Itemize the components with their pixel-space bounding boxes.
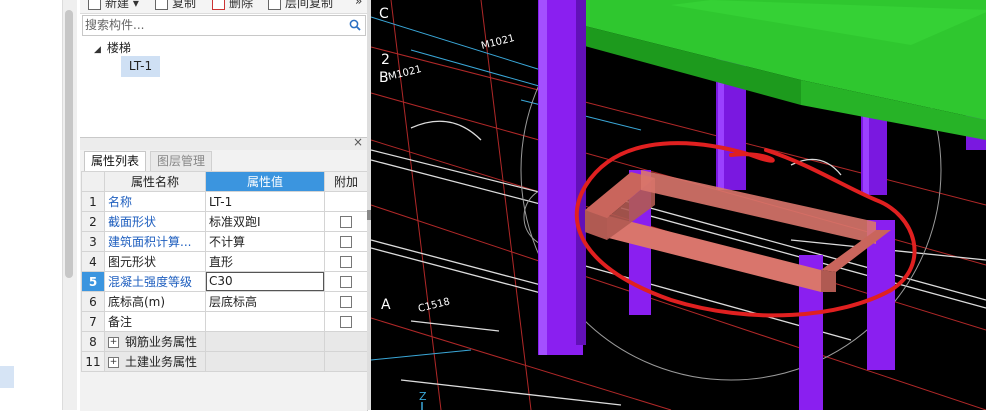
tab-layer-management[interactable]: 图层管理 [150,151,213,172]
left-panel-strip [0,0,62,410]
table-row[interactable]: 2 截面形状 标准双跑I [81,211,368,232]
extra-cell [324,251,368,272]
extra-checkbox[interactable] [340,216,352,228]
delete-icon [212,0,225,10]
tree-node-lt1[interactable]: LT-1 [121,56,160,77]
property-name: 混凝土强度等级 [104,271,206,292]
row-number: 8 [81,331,105,352]
row-number: 5 [81,271,105,292]
front-column-left [538,0,586,355]
extra-cell [324,271,368,292]
row-number-header [81,171,105,192]
column-header-value[interactable]: 属性值 [205,171,325,192]
green-beam [581,0,986,140]
extra-checkbox[interactable] [340,296,352,308]
double-chevron-right-icon[interactable]: » [355,0,362,8]
row-number: 11 [81,351,105,372]
property-value[interactable]: 标准双跑I [205,211,325,232]
group-name: + 钢筋业务属性 [104,331,206,352]
group-name: + 土建业务属性 [104,351,206,372]
search-icon[interactable] [349,19,361,31]
table-row[interactable]: 6 底标高(m) 层底标高 [81,291,368,312]
property-name: 名称 [104,191,206,212]
axis-label-a: A [381,297,391,313]
row-number: 1 [81,191,105,212]
new-button[interactable]: 新建 ▾ [88,0,139,11]
table-row[interactable]: 1 名称 LT-1 [81,191,368,212]
extra-cell [324,231,368,252]
group-value [205,351,325,372]
column-header-extra[interactable]: 附加 [324,171,368,192]
close-icon[interactable]: × [353,135,363,149]
axis-label-2: 2 [381,52,390,68]
extra-checkbox[interactable] [340,316,352,328]
copy-icon [155,0,168,10]
door-label: M1021 [387,64,423,83]
extra-cell [324,191,368,212]
property-name: 底标高(m) [104,291,206,312]
copy-button[interactable]: 复制 [155,0,196,11]
table-row[interactable]: 7 备注 [81,311,368,332]
property-value-editing[interactable]: C30 [205,271,325,292]
expand-plus-icon[interactable]: + [108,357,119,368]
group-extra [324,331,368,352]
property-value[interactable] [205,311,325,332]
stair-frame [585,170,895,410]
table-row-selected[interactable]: 5 混凝土强度等级 C30 [81,271,368,292]
extra-checkbox[interactable] [340,236,352,248]
table-group-row[interactable]: 11 + 土建业务属性 [81,351,368,372]
search-box [82,15,366,36]
property-name: 图元形状 [104,251,206,272]
window-label: C1518 [417,296,451,315]
left-scrollbar-thumb[interactable] [65,10,73,278]
row-number: 2 [81,211,105,232]
3d-scene[interactable]: C 2 B A M1021 M1021 C1518 Z [371,0,986,410]
property-panel: × 属性列表 图层管理 属性名称 属性值 附加 1 名称 LT-1 2 截面形状… [80,135,368,411]
expand-plus-icon[interactable]: + [108,337,119,348]
table-header-row: 属性名称 属性值 附加 [81,171,368,192]
new-icon [88,0,101,10]
property-name: 截面形状 [104,211,206,232]
property-value-input[interactable]: C30 [206,272,324,291]
table-row[interactable]: 3 建筑面积计算... 不计算 [81,231,368,252]
row-number: 4 [81,251,105,272]
group-extra [324,351,368,372]
property-name: 建筑面积计算... [104,231,206,252]
tab-property-list[interactable]: 属性列表 [84,151,147,171]
z-axis-label: Z [419,390,427,403]
table-group-row[interactable]: 8 + 钢筋业务属性 [81,331,368,352]
row-number: 7 [81,311,105,332]
left-selected-item[interactable] [0,366,14,388]
component-toolbar: 新建 ▾ 复制 删除 层间复制 » [80,0,367,14]
search-input[interactable] [85,17,340,32]
property-name: 备注 [104,311,206,332]
delete-button[interactable]: 删除 [212,0,253,11]
table-row[interactable]: 4 图元形状 直形 [81,251,368,272]
extra-checkbox[interactable] [340,276,352,288]
extra-cell [324,211,368,232]
row-number: 6 [81,291,105,312]
property-table: 属性名称 属性值 附加 1 名称 LT-1 2 截面形状 标准双跑I 3 建筑面… [81,171,368,372]
property-panel-header: × [80,135,367,150]
property-value[interactable]: 层底标高 [205,291,325,312]
extra-cell [324,291,368,312]
row-number: 3 [81,231,105,252]
collapse-triangle-icon[interactable]: ◢ [94,45,101,55]
property-value[interactable]: 直形 [205,251,325,272]
extra-cell [324,311,368,332]
extra-checkbox[interactable] [340,256,352,268]
group-value [205,331,325,352]
floor-copy-icon [268,0,281,10]
floor-copy-button[interactable]: 层间复制 [268,0,333,11]
property-value[interactable]: LT-1 [205,191,325,212]
axis-label-c: C [379,6,389,22]
property-value[interactable]: 不计算 [205,231,325,252]
component-panel: 新建 ▾ 复制 删除 层间复制 » ◢楼梯 LT-1 [80,0,368,137]
3d-viewport[interactable]: C 2 B A M1021 M1021 C1518 Z [371,0,986,410]
tree-node-stair[interactable]: ◢ 楼梯 [94,39,131,56]
column-header-name[interactable]: 属性名称 [104,171,206,192]
